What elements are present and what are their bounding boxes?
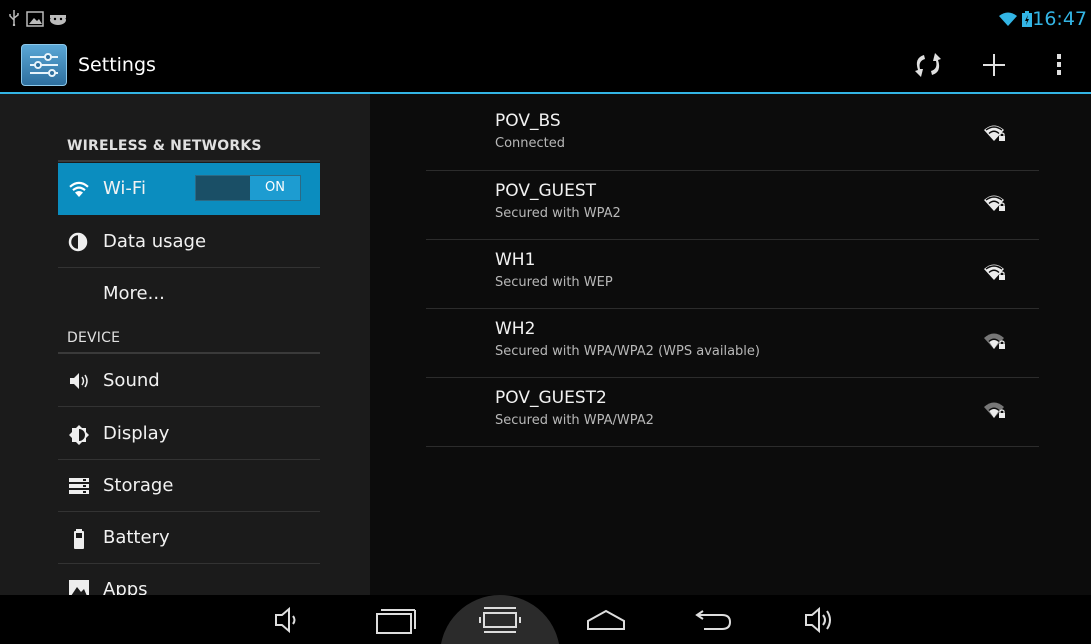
network-ssid: POV_BS [495, 111, 561, 131]
settings-app-icon[interactable] [21, 44, 67, 86]
sidebar-item-label: Apps [103, 579, 148, 595]
section-header-wireless: WIRELESS & NETWORKS [67, 138, 262, 154]
add-network-icon[interactable] [976, 50, 1012, 80]
menu-divider [58, 406, 320, 407]
sidebar-item-label: Data usage [103, 231, 207, 252]
sidebar-item-storage[interactable]: Storage [58, 460, 320, 512]
home-icon[interactable] [576, 595, 636, 644]
usb-icon [8, 10, 20, 26]
section-divider [58, 160, 320, 162]
sidebar-item-wifi[interactable]: Wi-Fi ON [58, 163, 320, 215]
sidebar-item-label: Display [103, 423, 170, 444]
sidebar-item-display[interactable]: Display [58, 408, 320, 460]
wifi-lock-icon [984, 400, 1008, 420]
sidebar-item-data-usage[interactable]: Data usage [58, 216, 320, 268]
wifi-toggle[interactable]: ON [195, 175, 301, 201]
network-status: Secured with WPA/WPA2 (WPS available) [495, 344, 760, 359]
battery-icon [68, 528, 90, 550]
wifi-lock-icon [984, 331, 1008, 351]
network-ssid: POV_GUEST [495, 181, 596, 201]
wifi-signal-icon [999, 12, 1017, 26]
sound-icon [68, 371, 90, 393]
sidebar-item-battery[interactable]: Battery [58, 512, 320, 564]
sidebar-item-label: Storage [103, 475, 174, 496]
volume-down-icon[interactable] [256, 595, 316, 644]
network-row[interactable]: POV_GUEST2 Secured with WPA/WPA2 [426, 378, 1039, 447]
wifi-icon [68, 179, 90, 201]
menu-divider [58, 563, 320, 564]
apps-icon [68, 579, 90, 595]
storage-icon [68, 476, 90, 498]
network-row[interactable]: WH2 Secured with WPA/WPA2 (WPS available… [426, 309, 1039, 378]
sidebar-item-label: More... [103, 283, 165, 304]
sidebar-item-label: Sound [103, 370, 160, 391]
network-divider [426, 446, 1039, 447]
sidebar-item-more[interactable]: More... [58, 268, 320, 320]
overflow-menu-icon[interactable] [1044, 50, 1074, 80]
wifi-lock-icon [984, 123, 1008, 143]
section-divider [58, 352, 320, 354]
action-bar: Settings [0, 36, 1091, 94]
display-icon [68, 424, 90, 446]
network-row[interactable]: POV_GUEST Secured with WPA2 [426, 171, 1039, 240]
sidebar-item-sound[interactable]: Sound [58, 355, 320, 407]
section-header-device: DEVICE [67, 330, 121, 346]
volume-up-icon[interactable] [790, 595, 850, 644]
sidebar-item-label: Wi-Fi [103, 178, 146, 199]
home-tray-icon[interactable] [367, 595, 427, 644]
sidebar-item-apps[interactable]: Apps [58, 565, 320, 595]
android-debug-icon [48, 12, 68, 26]
status-bar: 16:47 [0, 0, 1091, 36]
page-title: Settings [78, 54, 156, 76]
wps-icon[interactable] [910, 50, 946, 80]
sidebar-item-label: Battery [103, 527, 170, 548]
back-icon[interactable] [684, 595, 744, 644]
battery-charging-icon [1022, 11, 1032, 27]
network-ssid: WH2 [495, 319, 536, 339]
network-ssid: WH1 [495, 250, 536, 270]
network-row[interactable]: POV_BS Connected [426, 101, 1039, 170]
image-notification-icon [26, 11, 44, 27]
network-row[interactable]: WH1 Secured with WEP [426, 240, 1039, 309]
navigation-bar [0, 595, 1091, 644]
status-time: 16:47 [1032, 8, 1087, 30]
data-usage-icon [68, 232, 90, 254]
wifi-toggle-on-label: ON [250, 176, 300, 200]
wifi-lock-icon [984, 262, 1008, 282]
wifi-lock-icon [984, 193, 1008, 213]
network-status: Secured with WPA/WPA2 [495, 413, 654, 428]
recent-apps-icon[interactable] [470, 595, 530, 644]
network-status: Connected [495, 136, 566, 151]
network-status: Secured with WEP [495, 275, 613, 290]
network-status: Secured with WPA2 [495, 206, 621, 221]
network-ssid: POV_GUEST2 [495, 388, 607, 408]
